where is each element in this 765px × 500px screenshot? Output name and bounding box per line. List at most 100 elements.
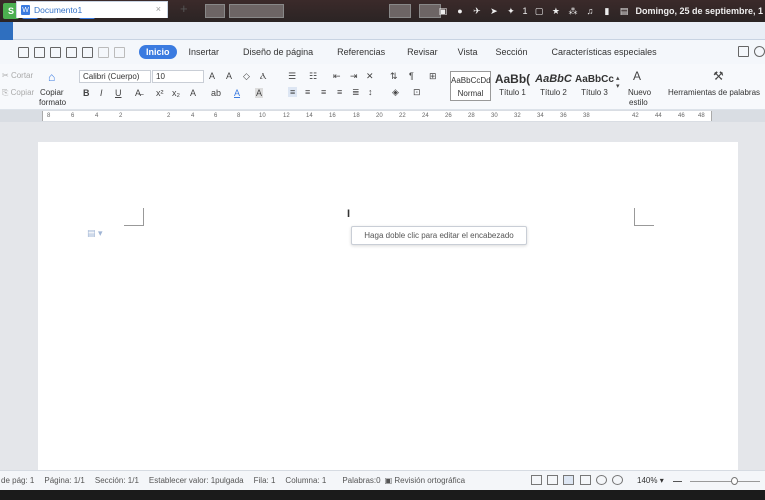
text-effect-icon[interactable]: Ⲁ <box>260 71 266 82</box>
superscript-icon[interactable]: x² <box>156 88 164 98</box>
borders-icon[interactable]: ⊡ <box>413 87 421 98</box>
cut-button[interactable]: ✂ Cortar <box>2 71 33 80</box>
save-icon[interactable] <box>34 46 45 58</box>
monitor-icon[interactable]: ▣ <box>437 6 448 17</box>
document-page[interactable] <box>38 142 738 482</box>
show-marks-icon[interactable]: ¶ <box>409 71 414 81</box>
print-icon[interactable] <box>66 46 77 58</box>
decrease-indent-icon[interactable]: ⇤ <box>333 71 341 82</box>
reading-mode-icon[interactable] <box>547 475 558 485</box>
zoom-slider[interactable] <box>690 481 760 482</box>
tab-seccion[interactable]: Sección <box>496 47 528 57</box>
tab-inicio[interactable]: Inicio <box>139 45 177 59</box>
increase-indent-icon[interactable]: ⇥ <box>350 71 358 82</box>
bold-button[interactable]: B <box>83 88 90 98</box>
copy-format-label-1[interactable]: Copiar <box>40 88 64 97</box>
new-style-label-2[interactable]: estilo <box>629 98 648 107</box>
font-name-select[interactable]: Calibri (Cuerpo) <box>79 70 151 83</box>
clipboard-icon[interactable]: ▤ <box>618 6 629 17</box>
highlight-icon[interactable]: ab <box>211 88 221 98</box>
status-set-value[interactable]: Establecer valor: 1pulgada <box>149 476 244 485</box>
window-thumbnail[interactable] <box>389 4 411 18</box>
web-view-icon[interactable] <box>596 475 607 485</box>
new-style-label-1[interactable]: Nuevo <box>628 88 651 97</box>
line-spacing-icon[interactable]: ↕ <box>368 87 373 97</box>
window-thumbnail[interactable] <box>229 4 284 18</box>
tab-referencias[interactable]: Referencias <box>337 47 385 57</box>
underline-button[interactable]: U <box>115 88 122 98</box>
preview-icon[interactable] <box>82 46 93 58</box>
strikethrough-icon[interactable]: A̶ <box>135 88 141 98</box>
style-titulo-2[interactable]: AaBbC Título 2 <box>533 71 574 101</box>
redo-icon[interactable] <box>114 46 125 58</box>
wrench-icon[interactable]: ⚒ <box>713 69 724 83</box>
align-left-icon[interactable]: ≡ <box>288 87 298 97</box>
fullscreen-icon[interactable] <box>531 475 542 485</box>
undo-icon[interactable] <box>98 46 109 58</box>
star-icon[interactable]: ★ <box>550 6 561 17</box>
tab-revisar[interactable]: Revisar <box>407 47 438 57</box>
bullets-icon[interactable]: ☰ <box>288 71 296 82</box>
align-center-icon[interactable]: ≡ <box>305 87 310 97</box>
clock[interactable]: Domingo, 25 de septiembre, 1 <box>635 6 763 16</box>
rocket-icon[interactable]: ✦ <box>505 6 516 17</box>
zoom-slider-handle[interactable] <box>731 477 738 485</box>
collapse-ribbon-icon[interactable] <box>738 46 749 57</box>
zoom-level[interactable]: 140% ▾ <box>637 476 664 485</box>
document-canvas[interactable] <box>0 122 765 482</box>
char-shading-icon[interactable]: A <box>255 88 264 98</box>
status-page[interactable]: Página: 1/1 <box>44 476 84 485</box>
shrink-font-icon[interactable]: A <box>226 71 232 81</box>
bird-icon[interactable]: ✈ <box>471 6 482 17</box>
share-icon[interactable] <box>50 46 61 58</box>
asian-layout-icon[interactable]: ✕ <box>366 71 374 82</box>
open-icon[interactable] <box>18 46 29 58</box>
menu-icon[interactable] <box>6 47 12 58</box>
numbering-icon[interactable]: ☷ <box>309 71 317 82</box>
new-style-icon[interactable]: A <box>633 69 641 83</box>
header-doc-icon[interactable]: ▤ ▾ <box>87 228 103 239</box>
tab-insertar[interactable]: Insertar <box>189 47 220 57</box>
outline-view-icon[interactable] <box>580 475 591 485</box>
copy-format-label-2[interactable]: formato <box>39 98 66 107</box>
record-icon[interactable]: ● <box>454 6 465 17</box>
align-right-icon[interactable]: ≡ <box>321 87 326 97</box>
tab-caracteristicas-especiales[interactable]: Características especiales <box>552 47 657 57</box>
style-titulo-1[interactable]: AaBb( Título 1 <box>492 71 533 101</box>
network-icon[interactable]: ⁂ <box>567 6 578 17</box>
format-painter-icon[interactable]: ⌂ <box>48 70 55 84</box>
status-words[interactable]: Palabras:0 <box>342 476 380 485</box>
shading-icon[interactable]: ◈ <box>392 87 399 98</box>
copy-button[interactable]: ⎘ Copiar <box>2 88 34 98</box>
grow-font-icon[interactable]: A <box>209 71 215 81</box>
font-effects-icon[interactable]: A <box>190 88 196 98</box>
battery-icon[interactable]: ▮ <box>601 6 612 17</box>
justify-icon[interactable]: ≡ <box>337 87 342 97</box>
music-icon[interactable]: ♫ <box>584 6 595 17</box>
telegram-icon[interactable]: ➤ <box>488 6 499 17</box>
subscript-icon[interactable]: x₂ <box>172 88 180 98</box>
word-tools-label[interactable]: Herramientas de palabras <box>668 88 760 97</box>
status-section[interactable]: Sección: 1/1 <box>95 476 139 485</box>
table-icon[interactable]: ⊞ <box>429 71 437 82</box>
style-normal[interactable]: AaBbCcDd Normal <box>450 71 491 101</box>
tab-diseno-de-pagina[interactable]: Diseño de página <box>243 47 313 57</box>
comment-icon[interactable] <box>754 46 765 57</box>
status-page-number[interactable]: de pág: 1 <box>1 476 34 485</box>
page-view-icon[interactable] <box>563 475 574 485</box>
app-menu-strip[interactable] <box>0 22 13 40</box>
distributed-icon[interactable]: ≣ <box>352 87 360 98</box>
styles-scroll-icon[interactable]: ▴ ▾ <box>616 74 620 90</box>
style-titulo-3[interactable]: AaBbCc Título 3 <box>574 71 615 101</box>
sort-icon[interactable]: ⇅ <box>390 71 398 82</box>
spell-check-button[interactable]: ▣ Revisión ortográfica <box>385 476 465 485</box>
window-thumbnail[interactable] <box>205 4 225 18</box>
font-color-icon[interactable]: A <box>234 88 240 98</box>
tab-documento1[interactable]: W Documento1 × <box>16 1 168 18</box>
italic-button[interactable]: I <box>100 88 103 98</box>
tab-vista[interactable]: Vista <box>458 47 478 57</box>
square-icon[interactable]: ▢ <box>533 6 544 17</box>
font-size-select[interactable]: 10 <box>152 70 204 83</box>
zoom-out-icon[interactable] <box>673 481 682 482</box>
horizontal-ruler[interactable]: 8 6 4 2 2 4 6 8 10 12 14 16 18 20 22 24 … <box>0 110 765 122</box>
